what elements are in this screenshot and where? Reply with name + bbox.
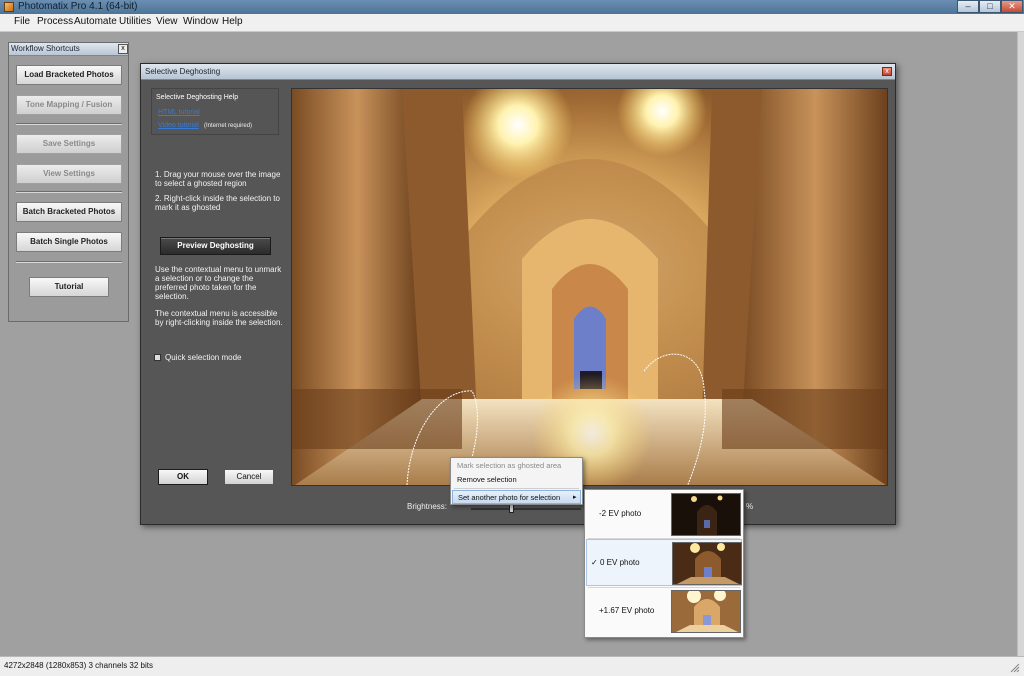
workflow-shortcuts-panel: Workflow Shortcuts x Load Bracketed Phot… [8, 42, 129, 322]
selective-deghosting-dialog: Selective Deghosting x Selective Deghost… [140, 63, 896, 525]
menu-automate[interactable]: Automate [74, 16, 117, 27]
photo-thumbnail [671, 493, 741, 536]
contextual-menu-help-2: The contextual menu is accessible by rig… [155, 309, 283, 327]
dialog-title: Selective Deghosting [145, 67, 221, 76]
quick-selection-checkbox[interactable] [154, 354, 161, 361]
panel-divider [16, 123, 122, 125]
brightness-label: Brightness: [407, 502, 448, 511]
save-settings-button[interactable]: Save Settings [16, 134, 122, 154]
internet-required-note: (Internet required) [204, 123, 253, 129]
help-title: Selective Deghosting Help [156, 94, 239, 101]
checkmark-icon: ✓ [591, 558, 598, 567]
menu-utilities[interactable]: Utilities [119, 16, 151, 27]
panel-header: Workflow Shortcuts x [9, 43, 128, 56]
photo-option-0ev[interactable]: ✓ 0 EV photo [586, 539, 742, 586]
contextual-menu-help-1: Use the contextual menu to unmark a sele… [155, 265, 282, 301]
help-box: Selective Deghosting Help HTML tutorial … [151, 88, 279, 135]
menu-file[interactable]: File [14, 16, 30, 27]
photo-option-label: 0 EV photo [600, 558, 640, 567]
minimize-button[interactable]: – [957, 0, 979, 13]
menu-window[interactable]: Window [183, 16, 219, 27]
menu-bar: File Process Automate Utilities View Win… [0, 14, 1024, 32]
menu-view[interactable]: View [156, 16, 178, 27]
brightness-slider-track[interactable] [471, 508, 581, 510]
preview-deghosting-button[interactable]: Preview Deghosting [160, 237, 271, 255]
video-tutorial-link[interactable]: Video tutorial [158, 122, 199, 129]
batch-bracketed-photos-button[interactable]: Batch Bracketed Photos [16, 202, 122, 222]
resize-grip-icon[interactable] [1010, 663, 1020, 673]
context-menu: Mark selection as ghosted area Remove se… [450, 457, 583, 505]
photo-preview[interactable] [291, 88, 888, 486]
status-bar: 4272x2848 (1280x853) 3 channels 32 bits [0, 656, 1024, 676]
status-text: 4272x2848 (1280x853) 3 channels 32 bits [4, 661, 153, 670]
load-bracketed-photos-button[interactable]: Load Bracketed Photos [16, 65, 122, 85]
menu-help[interactable]: Help [222, 16, 243, 27]
view-settings-button[interactable]: View Settings [16, 164, 122, 184]
window-title-bar: Photomatix Pro 4.1 (64-bit) – □ ✕ [0, 0, 1024, 14]
close-window-button[interactable]: ✕ [1001, 0, 1023, 13]
app-icon [4, 2, 14, 12]
photo-option-label: -2 EV photo [599, 509, 642, 518]
window-title: Photomatix Pro 4.1 (64-bit) [18, 1, 138, 12]
instruction-step-1: 1. Drag your mouse over the image to sel… [155, 170, 281, 188]
submenu-arrow-icon: ▸ [573, 494, 577, 501]
quick-selection-label: Quick selection mode [165, 353, 242, 362]
dialog-close-icon[interactable]: x [882, 67, 892, 76]
brightness-slider-handle[interactable] [509, 504, 514, 513]
ok-button[interactable]: OK [158, 469, 208, 485]
mark-ghosted-menu-item[interactable]: Mark selection as ghosted area [452, 459, 581, 473]
cathedral-image[interactable] [292, 89, 888, 486]
panel-divider [16, 191, 122, 193]
photo-thumbnail [671, 590, 741, 633]
html-tutorial-link[interactable]: HTML tutorial [158, 109, 200, 116]
tone-mapping-fusion-button[interactable]: Tone Mapping / Fusion [16, 95, 122, 115]
panel-divider [16, 261, 122, 263]
instruction-step-2: 2. Right-click inside the selection to m… [155, 194, 280, 212]
set-another-photo-label: Set another photo for selection [458, 493, 561, 502]
remove-selection-menu-item[interactable]: Remove selection [452, 473, 581, 487]
panel-close-icon[interactable]: x [118, 44, 128, 54]
tutorial-button[interactable]: Tutorial [29, 277, 109, 297]
photo-thumbnail [672, 542, 742, 585]
cancel-button[interactable]: Cancel [224, 469, 274, 485]
panel-title: Workflow Shortcuts [11, 44, 80, 53]
photo-submenu: -2 EV photo ✓ 0 EV photo +1.67 EV photo [584, 489, 744, 638]
maximize-button[interactable]: □ [979, 0, 1001, 13]
right-edge-scrollbar[interactable] [1017, 32, 1024, 675]
dialog-title-bar: Selective Deghosting x [141, 64, 895, 80]
brightness-percent: % [746, 502, 754, 511]
photo-option-label: +1.67 EV photo [599, 606, 655, 615]
menu-separator [454, 488, 579, 489]
set-another-photo-menu-item[interactable]: Set another photo for selection ▸ [452, 490, 581, 504]
menu-process[interactable]: Process [37, 16, 73, 27]
photo-option-minus2ev[interactable]: -2 EV photo [586, 491, 742, 538]
photo-option-plus1-67ev[interactable]: +1.67 EV photo [586, 588, 742, 635]
batch-single-photos-button[interactable]: Batch Single Photos [16, 232, 122, 252]
